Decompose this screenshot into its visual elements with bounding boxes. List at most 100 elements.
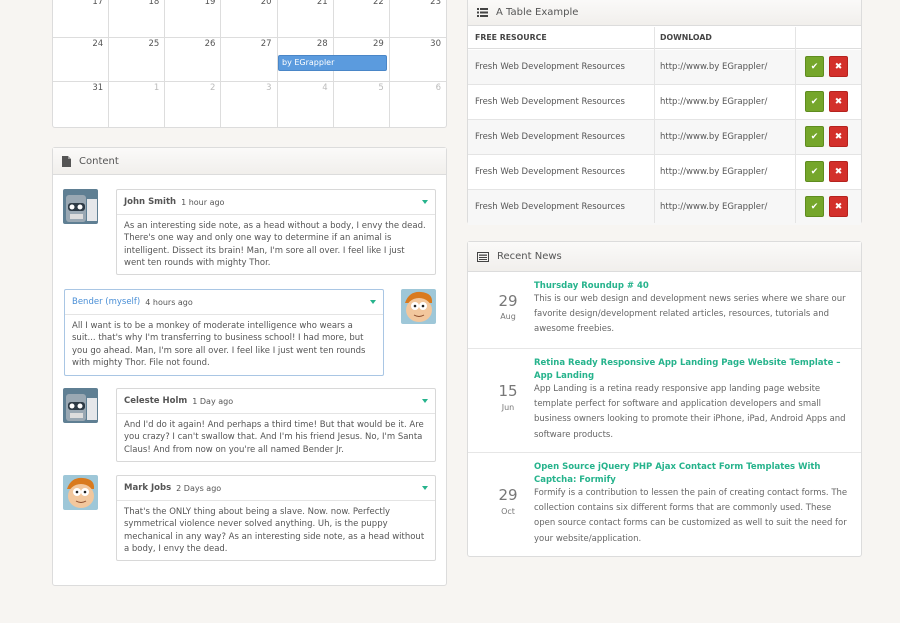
chevron-down-icon[interactable] bbox=[422, 486, 428, 490]
column-header[interactable]: DOWNLOAD bbox=[660, 33, 712, 42]
chevron-down-icon[interactable] bbox=[422, 399, 428, 403]
message-bubble: John Smith 1 hour ago As an interesting … bbox=[116, 189, 436, 275]
day-number: 19 bbox=[204, 0, 216, 7]
message-text: That's the ONLY thing about being a slav… bbox=[124, 507, 425, 555]
day-number: 18 bbox=[148, 0, 160, 7]
calendar-day[interactable]: 20 bbox=[221, 0, 278, 37]
panel-header: Content bbox=[53, 148, 446, 175]
calendar-day[interactable]: 2 bbox=[165, 82, 222, 127]
delete-button[interactable]: ✖ bbox=[829, 126, 848, 147]
robot-avatar bbox=[63, 388, 98, 423]
download-cell[interactable]: http://www.by EGrappler/ bbox=[660, 202, 767, 212]
calendar-day[interactable]: 18 bbox=[109, 0, 166, 37]
table-row: Fresh Web Development Resources http://w… bbox=[468, 85, 861, 120]
calendar-day[interactable]: 21 bbox=[278, 0, 334, 37]
chevron-down-icon[interactable] bbox=[370, 300, 376, 304]
column-divider bbox=[795, 27, 796, 223]
calendar-day[interactable]: 31 bbox=[53, 82, 110, 127]
column-header[interactable]: FREE RESOURCE bbox=[475, 33, 547, 42]
calendar-event[interactable]: by EGrappler bbox=[278, 55, 387, 71]
message-bubble: Mark Jobs 2 Days ago That's the ONLY thi… bbox=[116, 475, 436, 561]
message-text: As an interesting side note, as a head w… bbox=[124, 221, 426, 269]
day-number: 26 bbox=[204, 39, 216, 49]
approve-button[interactable]: ✔ bbox=[805, 126, 824, 147]
calendar-week-row: 31 1 2 3 4 5 6 bbox=[53, 82, 446, 127]
download-cell[interactable]: http://www.by EGrappler/ bbox=[660, 97, 767, 107]
delete-button[interactable]: ✖ bbox=[829, 161, 848, 182]
news-icon bbox=[477, 251, 489, 262]
calendar-day[interactable]: 27 bbox=[221, 38, 278, 81]
delete-button[interactable]: ✖ bbox=[829, 56, 848, 77]
approve-button[interactable]: ✔ bbox=[805, 196, 824, 217]
news-item: 29 Aug Thursday Roundup # 40 This is our… bbox=[468, 272, 861, 348]
calendar-day[interactable]: 26 bbox=[165, 38, 222, 81]
table-row: Fresh Web Development Resources http://w… bbox=[468, 190, 861, 225]
news-summary: App Landing is a retina ready responsive… bbox=[534, 384, 846, 440]
calendar-day[interactable]: 6 bbox=[390, 82, 446, 127]
news-day: 29 bbox=[498, 292, 518, 310]
news-item: 15 Jun Retina Ready Responsive App Landi… bbox=[468, 348, 861, 452]
table-row: Fresh Web Development Resources http://w… bbox=[468, 50, 861, 85]
calendar: 17 18 19 20 21 22 23 24 25 26 27 28 29 3… bbox=[52, 0, 447, 128]
delete-button[interactable]: ✖ bbox=[829, 196, 848, 217]
resource-cell: Fresh Web Development Resources bbox=[475, 167, 625, 177]
resource-cell: Fresh Web Development Resources bbox=[475, 97, 625, 107]
approve-button[interactable]: ✔ bbox=[805, 56, 824, 77]
calendar-day[interactable]: 19 bbox=[165, 0, 222, 37]
message-header: Bender (myself) 4 hours ago bbox=[65, 290, 383, 315]
calendar-week-row: 17 18 19 20 21 22 23 bbox=[53, 0, 446, 38]
message-header: John Smith 1 hour ago bbox=[117, 190, 435, 215]
calendar-day[interactable]: 17 bbox=[53, 0, 110, 37]
news-month: Jun bbox=[501, 403, 515, 412]
resource-cell: Fresh Web Development Resources bbox=[475, 62, 625, 72]
message-header: Celeste Holm 1 Day ago bbox=[117, 389, 435, 414]
calendar-day[interactable]: 22 bbox=[334, 0, 390, 37]
column-divider bbox=[654, 27, 655, 223]
message-author[interactable]: Mark Jobs bbox=[124, 483, 171, 493]
message-time: 1 hour ago bbox=[181, 197, 225, 207]
news-panel: Recent News 29 Aug Thursday Roundup # 40… bbox=[467, 241, 862, 557]
calendar-day[interactable]: 24 bbox=[53, 38, 110, 81]
calendar-day[interactable]: 30 bbox=[390, 38, 446, 81]
message-time: 4 hours ago bbox=[145, 297, 193, 307]
calendar-week-row: 24 25 26 27 28 29 30 bbox=[53, 38, 446, 82]
message-header: Mark Jobs 2 Days ago bbox=[117, 476, 435, 501]
chevron-down-icon[interactable] bbox=[422, 200, 428, 204]
table-row: Fresh Web Development Resources http://w… bbox=[468, 120, 861, 155]
day-number: 31 bbox=[92, 83, 104, 93]
approve-button[interactable]: ✔ bbox=[805, 161, 824, 182]
calendar-day[interactable]: 4 bbox=[278, 82, 334, 127]
table-row: Fresh Web Development Resources http://w… bbox=[468, 155, 861, 190]
calendar-day[interactable]: 3 bbox=[221, 82, 278, 127]
file-icon bbox=[62, 155, 71, 167]
news-title-link[interactable]: Retina Ready Responsive App Landing Page… bbox=[534, 357, 844, 383]
download-cell[interactable]: http://www.by EGrappler/ bbox=[660, 132, 767, 142]
calendar-day[interactable]: 25 bbox=[109, 38, 166, 81]
message-author[interactable]: John Smith bbox=[124, 197, 176, 207]
day-number: 3 bbox=[266, 83, 272, 93]
news-item: 29 Oct Open Source jQuery PHP Ajax Conta… bbox=[468, 452, 861, 556]
news-summary: This is our web design and development n… bbox=[534, 294, 846, 335]
message-bubble-self: Bender (myself) 4 hours ago All I want i… bbox=[64, 289, 384, 376]
calendar-day[interactable]: 23 bbox=[390, 0, 446, 37]
delete-button[interactable]: ✖ bbox=[829, 91, 848, 112]
day-number: 30 bbox=[430, 39, 441, 49]
panel-title: A Table Example bbox=[496, 6, 579, 18]
download-cell[interactable]: http://www.by EGrappler/ bbox=[660, 62, 767, 72]
download-cell[interactable]: http://www.by EGrappler/ bbox=[660, 167, 767, 177]
day-number: 4 bbox=[322, 83, 328, 93]
day-number: 21 bbox=[316, 0, 328, 7]
day-number: 24 bbox=[92, 39, 104, 49]
news-title-link[interactable]: Open Source jQuery PHP Ajax Contact Form… bbox=[534, 461, 844, 487]
approve-button[interactable]: ✔ bbox=[805, 91, 824, 112]
message-author[interactable]: Celeste Holm bbox=[124, 396, 187, 406]
news-month: Oct bbox=[501, 507, 515, 516]
day-number: 1 bbox=[153, 83, 160, 93]
message-author[interactable]: Bender (myself) bbox=[72, 297, 140, 307]
calendar-day[interactable]: 1 bbox=[109, 82, 166, 127]
table-header: FREE RESOURCE DOWNLOAD bbox=[468, 27, 861, 49]
message-bubble: Celeste Holm 1 Day ago And I'd do it aga… bbox=[116, 388, 436, 462]
news-summary: Formify is a contribution to lessen the … bbox=[534, 488, 848, 544]
message-time: 1 Day ago bbox=[192, 396, 234, 406]
calendar-day[interactable]: 5 bbox=[334, 82, 390, 127]
